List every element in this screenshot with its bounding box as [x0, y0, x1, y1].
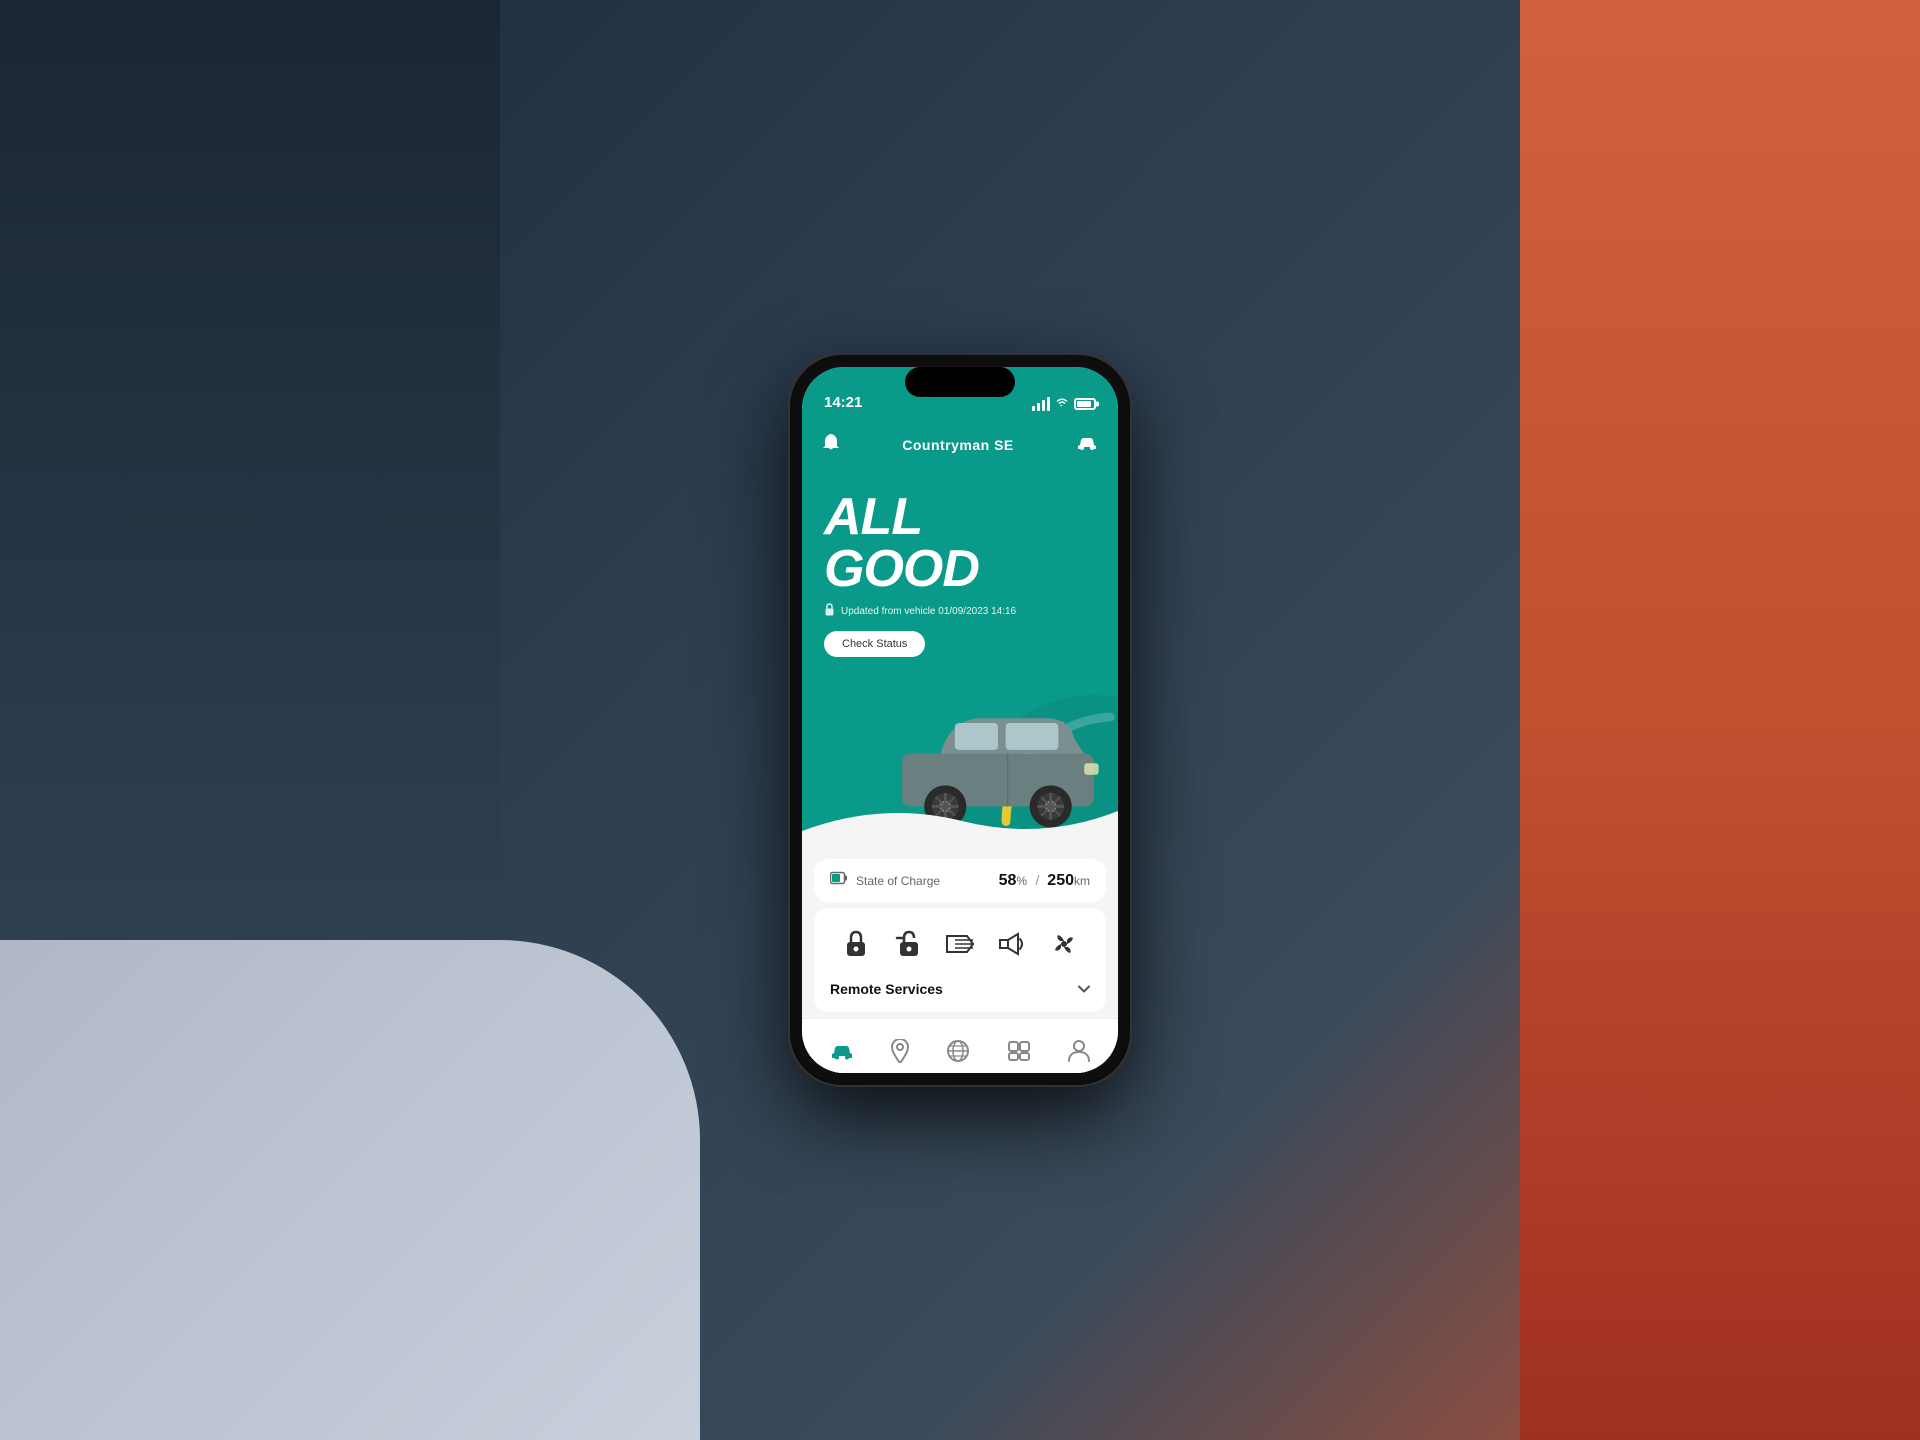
chevron-down-icon — [1078, 980, 1090, 998]
profile-icon — [1068, 1039, 1090, 1069]
dynamic-island — [905, 367, 1015, 397]
soc-separator: / — [1036, 872, 1044, 888]
nav-item-services[interactable] — [995, 1034, 1043, 1074]
horn-button[interactable] — [990, 922, 1034, 966]
lock-closed-button[interactable] — [834, 922, 878, 966]
battery-icon — [1074, 398, 1096, 410]
services-icon — [1007, 1040, 1031, 1068]
remote-card: Remote Services — [814, 908, 1106, 1012]
phone-wrapper: 14:21 — [790, 355, 1130, 1085]
update-time-text: Updated from vehicle 01/09/2023 14:16 — [841, 606, 1016, 617]
phone-device: 14:21 — [790, 355, 1130, 1085]
globe-icon — [946, 1039, 970, 1069]
check-status-button[interactable]: Check Status — [824, 631, 925, 657]
app-navbar: Countryman SE — [802, 419, 1118, 471]
content-area: State of Charge 58% / 250km — [802, 851, 1118, 1018]
nav-item-location[interactable] — [879, 1033, 921, 1074]
signal-bars-icon — [1032, 397, 1050, 411]
app-title: Countryman SE — [902, 437, 1014, 453]
fan-button[interactable] — [1042, 922, 1086, 966]
lock-open-button[interactable] — [886, 922, 930, 966]
remote-services-row[interactable]: Remote Services — [830, 980, 1090, 998]
hero-subtitle: Updated from vehicle 01/09/2023 14:16 — [824, 603, 1016, 619]
bottom-nav — [802, 1018, 1118, 1073]
nav-item-globe[interactable] — [934, 1033, 982, 1074]
bell-icon[interactable] — [822, 432, 840, 458]
hero-headline: ALL GOOD — [824, 491, 1016, 595]
remote-icons-row — [830, 922, 1090, 966]
soc-label-text: State of Charge — [856, 874, 940, 888]
status-time: 14:21 — [824, 394, 862, 411]
battery-fill — [1077, 401, 1091, 407]
update-lock-icon — [824, 603, 835, 619]
hero-text-block: ALL GOOD Updated from vehicle 01/09/2023… — [824, 491, 1016, 657]
bg-bottom-left — [0, 940, 700, 1440]
hero-wave — [802, 791, 1118, 851]
soc-percentage: 58% — [999, 872, 1032, 889]
remote-services-label: Remote Services — [830, 981, 943, 997]
hero-section: ALL GOOD Updated from vehicle 01/09/2023… — [802, 471, 1118, 851]
car-nav-icon[interactable] — [1076, 434, 1098, 457]
nav-item-home[interactable] — [818, 1035, 866, 1073]
nav-item-profile[interactable] — [1056, 1033, 1102, 1074]
bg-right-panel — [1520, 0, 1920, 1440]
wifi-icon — [1055, 396, 1069, 411]
battery-soc-icon — [830, 871, 848, 890]
soc-card: State of Charge 58% / 250km — [814, 859, 1106, 902]
status-icons — [1032, 396, 1096, 411]
soc-value-display: 58% / 250km — [999, 872, 1090, 890]
lights-button[interactable] — [938, 922, 982, 966]
location-pin-icon — [891, 1039, 909, 1069]
soc-distance: 250km — [1047, 872, 1090, 889]
home-car-icon — [830, 1041, 854, 1067]
soc-label-wrap: State of Charge — [830, 871, 940, 890]
phone-screen: 14:21 — [802, 367, 1118, 1073]
